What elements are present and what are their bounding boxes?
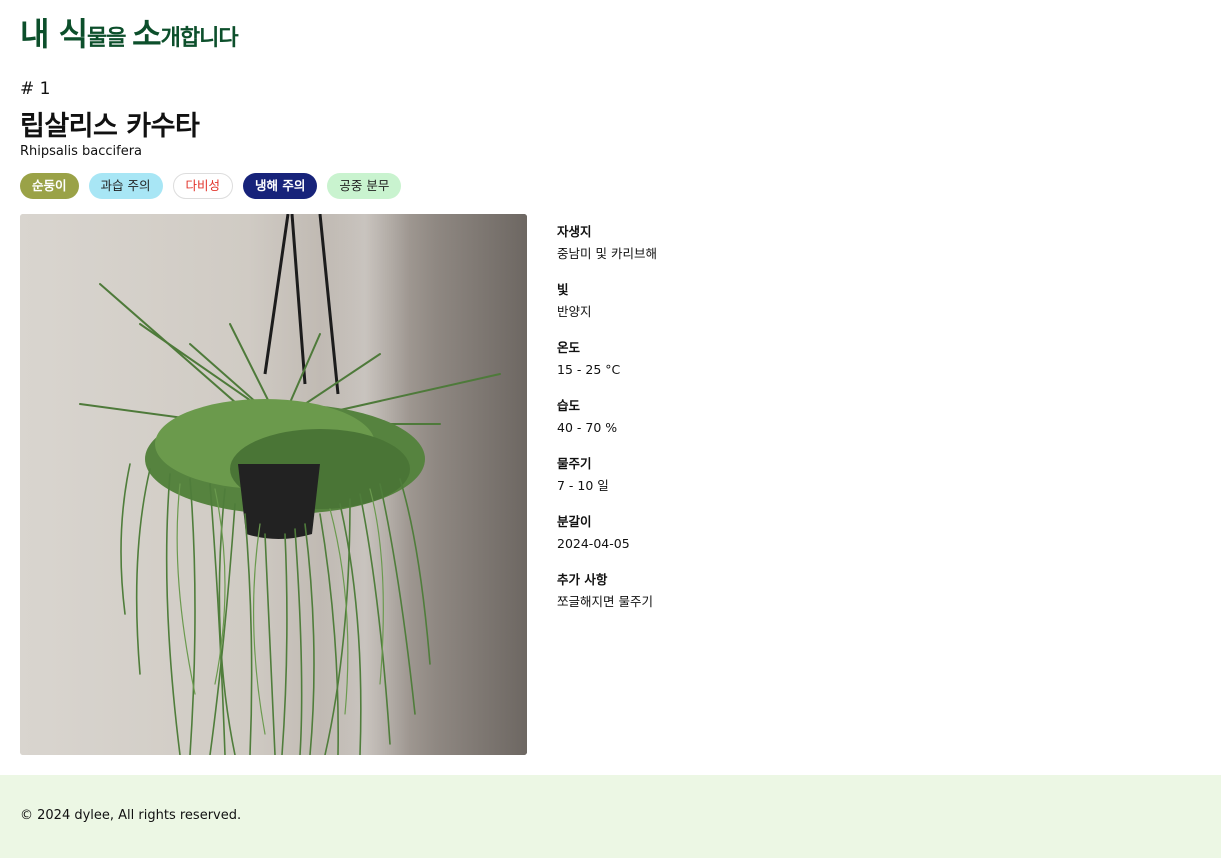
- plant-info: 자생지 중남미 및 카리브해 빛 반양지 온도 15 - 25 °C 습도 40…: [557, 222, 857, 628]
- tag-list: 순둥이 과습 주의 다비성 냉해 주의 공중 분무: [20, 173, 402, 199]
- site-title[interactable]: 내 식물을 소개합니다: [20, 15, 239, 53]
- info-value: 쪼글해지면 물주기: [557, 594, 653, 609]
- plant-photo: [20, 214, 527, 755]
- info-item-temperature: 온도 15 - 25 °C: [557, 338, 857, 396]
- tag-badge: 냉해 주의: [243, 173, 318, 199]
- plant-scientific-name: Rhipsalis baccifera: [20, 144, 143, 159]
- tag-badge: 순둥이: [20, 173, 79, 199]
- tag-badge: 공중 분무: [327, 173, 402, 199]
- page: 내 식물을 소개합니다 # 1 립살리스 카수타 Rhipsalis bacci…: [0, 0, 1221, 858]
- plant-name: 립살리스 카수타: [20, 111, 200, 142]
- info-value: 2024-04-05: [557, 536, 630, 551]
- info-item-habitat: 자생지 중남미 및 카리브해: [557, 222, 857, 280]
- info-label: 추가 사항: [557, 572, 608, 587]
- info-label: 습도: [557, 398, 581, 413]
- info-value: 40 - 70 %: [557, 420, 618, 435]
- site-title-part: 개합니다: [160, 26, 239, 51]
- info-item-light: 빛 반양지: [557, 280, 857, 338]
- plant-number: # 1: [20, 79, 51, 99]
- info-value: 중남미 및 카리브해: [557, 246, 657, 261]
- site-title-part: 물을: [87, 26, 133, 51]
- site-title-part: 소: [132, 15, 161, 53]
- copyright-text: © 2024 dylee, All rights reserved.: [20, 808, 242, 823]
- site-title-part: 내 식: [20, 15, 88, 53]
- info-item-repotting: 분갈이 2024-04-05: [557, 512, 857, 570]
- info-label: 빛: [557, 282, 569, 297]
- tag-badge: 과습 주의: [88, 173, 163, 199]
- info-label: 자생지: [557, 224, 592, 239]
- info-label: 물주기: [557, 456, 592, 471]
- info-label: 분갈이: [557, 514, 592, 529]
- hanging-plant-illustration: [20, 214, 527, 755]
- info-item-watering: 물주기 7 - 10 일: [557, 454, 857, 512]
- info-value: 15 - 25 °C: [557, 362, 621, 377]
- info-label: 온도: [557, 340, 581, 355]
- tag-badge: 다비성: [172, 173, 234, 199]
- info-value: 7 - 10 일: [557, 478, 609, 493]
- info-item-notes: 추가 사항 쪼글해지면 물주기: [557, 570, 857, 628]
- info-value: 반양지: [557, 304, 592, 319]
- footer: © 2024 dylee, All rights reserved.: [0, 775, 1221, 858]
- info-item-humidity: 습도 40 - 70 %: [557, 396, 857, 454]
